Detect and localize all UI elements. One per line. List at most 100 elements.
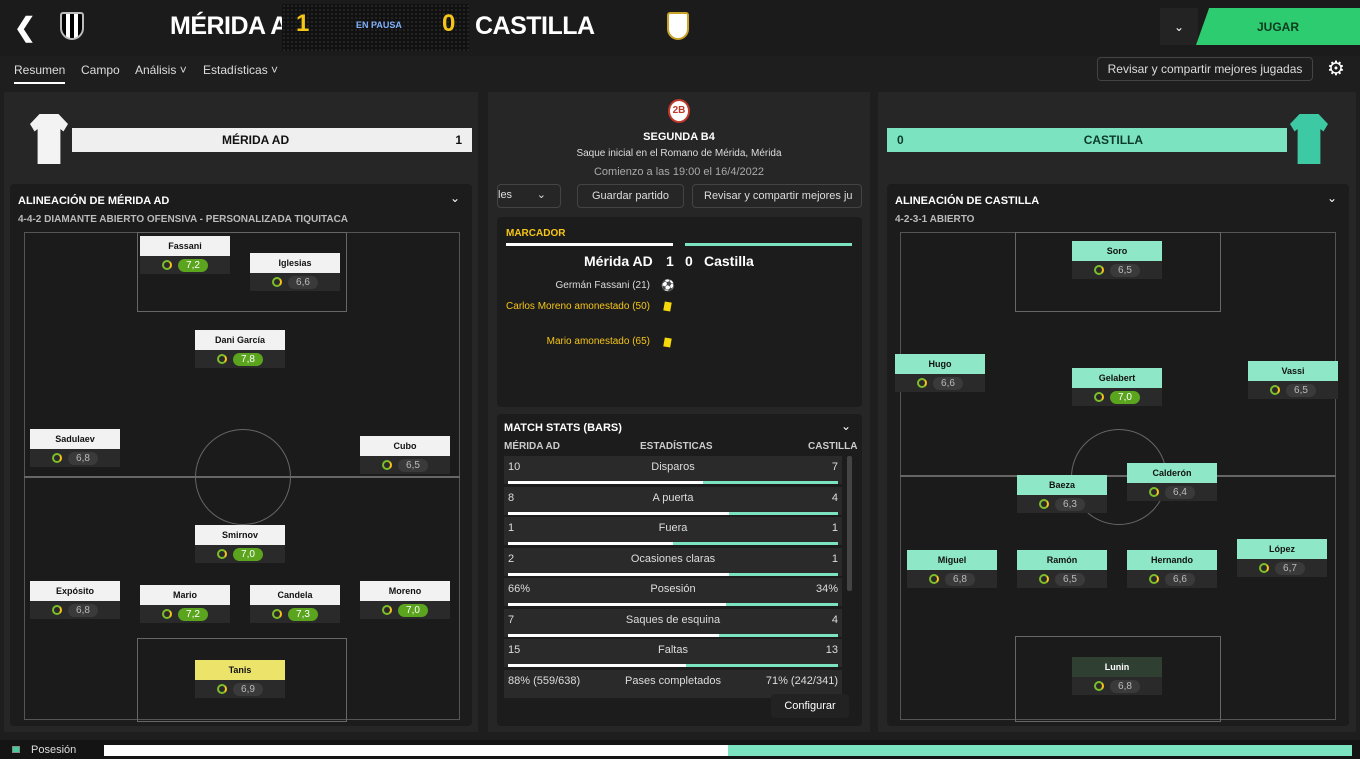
rating-icon — [917, 378, 928, 388]
stat-row: 10 Disparos 7 — [504, 456, 842, 484]
player-card[interactable]: Lunin 6,8 — [1072, 657, 1162, 695]
stat-away-bar — [719, 633, 838, 637]
stat-home-bar — [508, 664, 687, 667]
tab-resumen[interactable]: Resumen — [14, 63, 66, 84]
play-button[interactable]: JUGAR — [1196, 8, 1360, 45]
player-name: Sadulaev — [30, 429, 120, 449]
chevron-down-icon[interactable]: ⌄ — [841, 419, 851, 433]
player-name: Expósito — [30, 581, 120, 601]
player-rating-row: 6,7 — [1237, 559, 1327, 577]
player-card[interactable]: Soro 6,5 — [1072, 241, 1162, 279]
player-card[interactable]: Candela 7,3 — [250, 585, 340, 623]
player-rating-row: 6,3 — [1017, 495, 1107, 513]
possession-away-fill — [728, 745, 1352, 756]
share-highlights-button-2[interactable]: Revisar y compartir mejores ju — [692, 184, 862, 208]
player-card[interactable]: Calderón 6,4 — [1127, 463, 1217, 501]
rating-icon — [1039, 499, 1050, 509]
player-card[interactable]: Sadulaev 6,8 — [30, 429, 120, 467]
save-match-button[interactable]: Guardar partido — [577, 184, 684, 208]
player-name: Tanis — [195, 660, 285, 680]
stats-title: MATCH STATS (BARS) — [504, 422, 622, 434]
player-rating: 6,5 — [1055, 572, 1085, 586]
away-formation: 4-2-3-1 ABIERTO — [895, 214, 975, 225]
player-rating-row: 6,8 — [30, 449, 120, 467]
player-card[interactable]: Ramón 6,5 — [1017, 550, 1107, 588]
chevron-down-icon[interactable]: ⌄ — [450, 191, 460, 205]
player-rating: 7,3 — [288, 607, 318, 621]
player-rating-row: 6,6 — [895, 374, 985, 392]
player-name: Hernando — [1127, 550, 1217, 570]
chevron-down-icon: ⌄ — [536, 189, 546, 201]
player-rating-row: 6,9 — [195, 680, 285, 698]
player-card[interactable]: Expósito 6,8 — [30, 581, 120, 619]
player-name: Hugo — [895, 354, 985, 374]
player-card[interactable]: Smirnov 7,0 — [195, 525, 285, 563]
chevron-down-icon[interactable]: ⌄ — [1327, 191, 1337, 205]
player-rating-row: 6,6 — [250, 273, 340, 291]
player-rating: 6,7 — [1275, 561, 1305, 575]
home-pitch — [24, 232, 460, 722]
rating-icon — [1270, 385, 1281, 395]
player-card[interactable]: Moreno 7,0 — [360, 581, 450, 619]
rating-icon — [272, 277, 283, 287]
rating-icon — [217, 354, 228, 364]
player-card[interactable]: Iglesias 6,6 — [250, 253, 340, 291]
stat-label: A puerta — [652, 491, 694, 504]
player-rating-row: 7,8 — [195, 350, 285, 368]
rating-icon — [1094, 681, 1105, 691]
player-rating: 6,8 — [68, 603, 98, 617]
player-card[interactable]: Dani García 7,8 — [195, 330, 285, 368]
stats-scrollbar[interactable] — [847, 456, 852, 591]
gear-icon[interactable]: ⚙ — [1323, 56, 1349, 82]
player-card[interactable]: Hugo 6,6 — [895, 354, 985, 392]
chevron-down-icon[interactable]: ⌄ — [1160, 8, 1198, 45]
stat-away-bar — [673, 542, 838, 545]
back-icon[interactable]: ❮ — [14, 12, 36, 43]
rating-icon — [272, 609, 283, 619]
tab-campo[interactable]: Campo — [81, 63, 120, 77]
stat-label: Fuera — [658, 522, 688, 534]
player-name: Fassani — [140, 236, 230, 256]
stats-header-home: MÉRIDA AD — [504, 441, 560, 452]
player-card[interactable]: Hernando 6,6 — [1127, 550, 1217, 588]
view-select[interactable]: les ⌄ — [497, 184, 561, 208]
player-card[interactable]: Cubo 6,5 — [360, 436, 450, 474]
stat-away-bar — [729, 572, 838, 576]
player-card[interactable]: Miguel 6,8 — [907, 550, 997, 588]
player-rating: 7,0 — [233, 547, 263, 561]
player-card[interactable]: Mario 7,2 — [140, 585, 230, 623]
player-card[interactable]: Tanis 6,9 — [195, 660, 285, 698]
rating-icon — [1039, 574, 1050, 584]
player-name: Dani García — [195, 330, 285, 350]
player-name: Moreno — [360, 581, 450, 601]
player-name: Baeza — [1017, 475, 1107, 495]
stat-away-bar — [702, 481, 838, 484]
view-select-label: les — [498, 189, 513, 201]
event-card-1: Carlos Moreno amonestado (50) — [506, 301, 650, 312]
away-team-name: CASTILLA — [475, 12, 595, 40]
stat-away-value: 13 — [825, 644, 838, 656]
share-highlights-button[interactable]: Revisar y compartir mejores jugadas — [1097, 57, 1313, 81]
home-banner-score: 1 — [455, 133, 462, 147]
tab-analisis[interactable]: Análisis ˅ — [135, 63, 187, 77]
player-card[interactable]: Baeza 6,3 — [1017, 475, 1107, 513]
stat-row: 1 Fuera 1 — [504, 517, 842, 545]
player-rating: 6,6 — [288, 275, 318, 289]
stat-away-bar — [686, 664, 838, 667]
tab-estadisticas[interactable]: Estadísticas ˅ — [203, 63, 278, 77]
player-rating: 7,0 — [398, 603, 428, 617]
stat-row: 15 Faltas 13 — [504, 639, 842, 667]
player-card[interactable]: Vassi 6,5 — [1248, 361, 1338, 399]
player-rating-row: 7,0 — [1072, 388, 1162, 406]
scoreboard-label: MARCADOR — [506, 228, 566, 239]
stat-away-value: 4 — [831, 491, 838, 504]
player-rating-row: 6,5 — [1072, 261, 1162, 279]
player-card[interactable]: Gelabert 7,0 — [1072, 368, 1162, 406]
rating-icon — [217, 684, 228, 694]
rating-icon — [1094, 265, 1105, 275]
player-card[interactable]: López 6,7 — [1237, 539, 1327, 577]
stat-away-value: 4 — [831, 613, 838, 626]
configure-button[interactable]: Configurar — [771, 694, 849, 718]
player-name: Gelabert — [1072, 368, 1162, 388]
player-card[interactable]: Fassani 7,2 — [140, 236, 230, 274]
